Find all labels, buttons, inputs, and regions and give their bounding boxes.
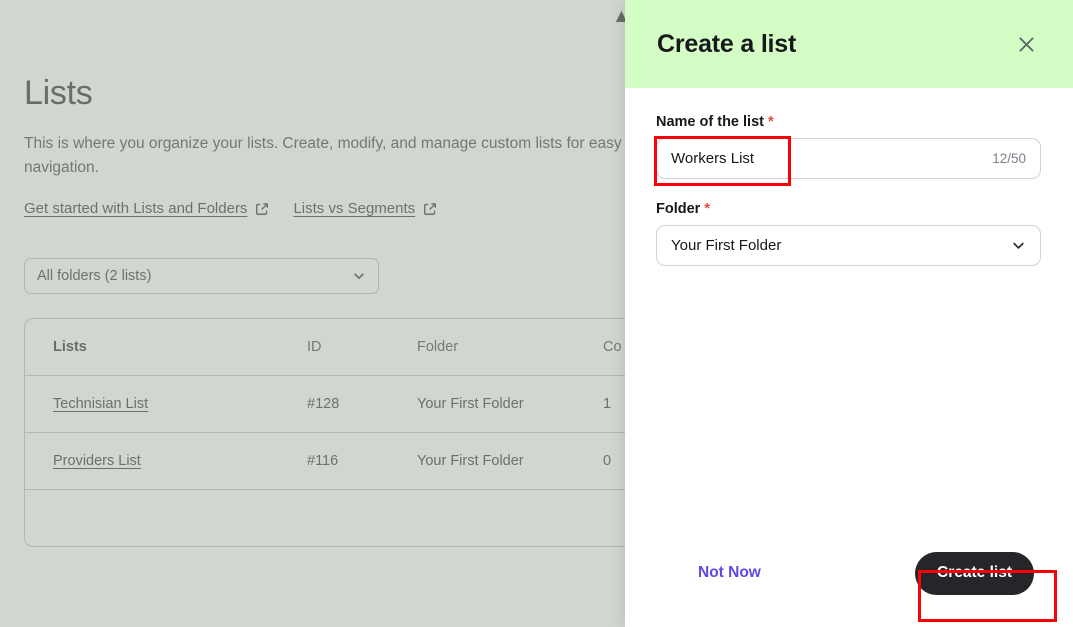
- folder-select[interactable]: Your First Folder: [656, 225, 1041, 266]
- column-header-id: ID: [307, 339, 322, 355]
- list-id-cell: #128: [307, 396, 340, 412]
- modal-title: Create a list: [657, 29, 797, 58]
- name-input-value: Workers List: [671, 150, 755, 167]
- not-now-button[interactable]: Not Now: [656, 558, 771, 588]
- list-link[interactable]: Providers List: [53, 453, 141, 469]
- column-header-lists: Lists: [53, 339, 87, 355]
- chevron-down-icon: [1011, 238, 1026, 253]
- required-asterisk: *: [768, 114, 774, 130]
- external-link-icon: [423, 202, 437, 216]
- modal-header: Create a list: [625, 0, 1073, 88]
- page-description: This is where you organize your lists. C…: [24, 135, 622, 176]
- list-folder-cell: Your First Folder: [417, 396, 524, 412]
- name-field-block: Name of the list * Workers List 12/50: [656, 114, 1041, 179]
- screen-root: ▲ Lists This is where you organize your …: [0, 0, 1073, 627]
- name-input[interactable]: Workers List 12/50: [656, 138, 1041, 179]
- create-list-modal: Create a list Name of the list * Workers…: [625, 0, 1073, 627]
- modal-body: Name of the list * Workers List 12/50 Fo…: [625, 88, 1073, 531]
- column-header-folder: Folder: [417, 339, 459, 355]
- name-field-label: Name of the list *: [656, 114, 1041, 130]
- help-link-get-started[interactable]: Get started with Lists and Folders: [24, 200, 269, 217]
- name-field-label-text: Name of the list: [656, 114, 764, 130]
- folder-field-label: Folder *: [656, 201, 1041, 217]
- name-input-counter: 12/50: [992, 151, 1026, 166]
- folder-filter-select[interactable]: All folders (2 lists): [24, 258, 379, 294]
- chevron-down-icon: [352, 269, 366, 283]
- list-link[interactable]: Technisian List: [53, 396, 148, 412]
- folder-field-block: Folder * Your First Folder: [656, 201, 1041, 266]
- create-list-button[interactable]: Create list: [915, 551, 1034, 595]
- help-link-lists-vs-segments-label: Lists vs Segments: [293, 200, 416, 217]
- folder-filter-value: All folders (2 lists): [37, 268, 152, 284]
- required-asterisk: *: [704, 201, 710, 217]
- help-link-get-started-label: Get started with Lists and Folders: [24, 200, 248, 217]
- external-link-icon: [255, 202, 269, 216]
- folder-select-value: Your First Folder: [671, 237, 782, 254]
- list-name-cell: Technisian List: [53, 396, 307, 412]
- list-id-cell: #116: [307, 453, 339, 469]
- folder-field-label-text: Folder: [656, 201, 701, 217]
- list-name-cell: Providers List: [53, 453, 307, 469]
- modal-footer: Not Now Create list: [625, 531, 1073, 627]
- close-icon[interactable]: [1011, 29, 1041, 59]
- help-link-lists-vs-segments[interactable]: Lists vs Segments: [293, 200, 437, 217]
- list-folder-cell: Your First Folder: [417, 453, 524, 469]
